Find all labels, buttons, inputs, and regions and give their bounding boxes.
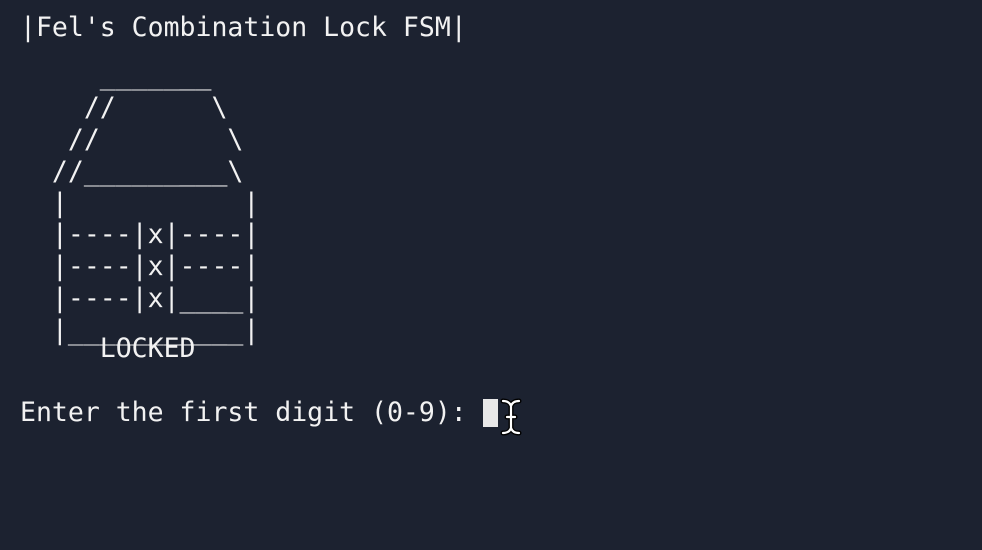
- input-prompt-line[interactable]: Enter the first digit (0-9):: [20, 397, 498, 429]
- terminal-window[interactable]: |Fel's Combination Lock FSM| _______ // …: [0, 0, 982, 550]
- program-title: |Fel's Combination Lock FSM|: [20, 12, 467, 43]
- lock-art-row: // \: [20, 91, 228, 123]
- lock-art-row: |----|x|----|: [20, 251, 260, 283]
- prompt-text: Enter the first digit (0-9):: [20, 397, 483, 428]
- lock-art-row: |----|x|____|: [20, 283, 260, 315]
- lock-art-row: // \: [20, 123, 244, 155]
- lock-art-row: | |: [20, 187, 260, 219]
- lock-art-row: |----|x|----|: [20, 219, 260, 251]
- ibeam-cursor-icon: [500, 398, 522, 436]
- lock-art-row: //_________\: [20, 155, 244, 187]
- lock-ascii-art: _______ // \ // \ //_________\ | | |----…: [20, 60, 259, 347]
- text-cursor: [482, 399, 498, 427]
- lock-status: LOCKED: [20, 333, 196, 364]
- lock-art-row: _______: [20, 60, 212, 91]
